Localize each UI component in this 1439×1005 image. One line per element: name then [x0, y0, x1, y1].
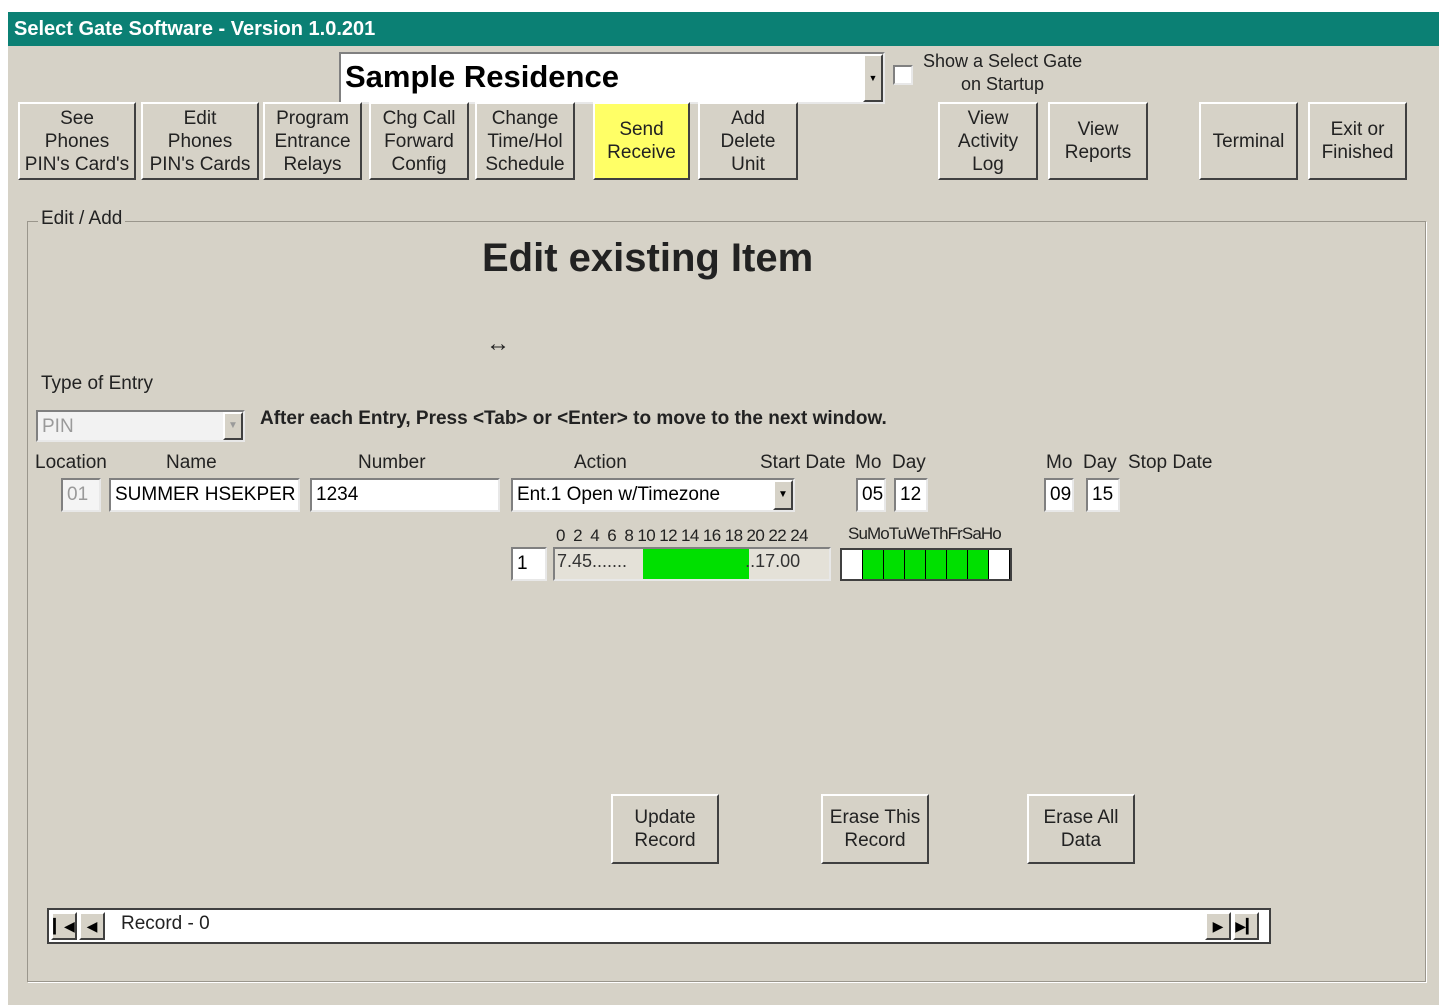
toolbar-button-9[interactable]: View Reports: [1048, 102, 1148, 180]
timezone-index-field[interactable]: 1: [511, 547, 547, 581]
weekday-cell-we[interactable]: [905, 550, 926, 579]
stop-month-field[interactable]: 09: [1044, 478, 1074, 512]
name-field[interactable]: SUMMER HSEKPER: [109, 478, 300, 512]
toolbar-button-3[interactable]: Program Entrance Relays: [263, 102, 362, 180]
start-date-column-label: Start Date: [760, 452, 846, 473]
timezone-start-time: 7.45.......: [557, 551, 628, 571]
toolbar-button-7[interactable]: Add Delete Unit: [698, 102, 798, 180]
show-on-startup-checkbox[interactable]: [893, 65, 913, 85]
timezone-end-time: ..17.00: [745, 551, 801, 571]
type-of-entry-select: PIN ▼: [36, 410, 245, 442]
groupbox-legend: Edit / Add: [38, 208, 126, 230]
name-column-label: Name: [166, 452, 217, 473]
timezone-bar[interactable]: 7.45....... ..17.00: [553, 547, 831, 581]
location-column-label: Location: [35, 452, 107, 473]
action-select-value: Ent.1 Open w/Timezone: [517, 484, 721, 505]
number-field[interactable]: 1234: [310, 478, 500, 512]
hours-scale-label: 0 2 4 6 8 10 12 14 16 18 20 22 24: [556, 526, 809, 545]
toolbar-button-4[interactable]: Chg Call Forward Config: [369, 102, 469, 180]
title-bar: Select Gate Software - Version 1.0.201: [8, 12, 1439, 46]
record-counter: Record - 0: [121, 913, 210, 934]
weekdays-label: SuMoTuWeThFrSaHo: [848, 524, 1002, 543]
location-field[interactable]: 01: [61, 478, 101, 512]
stop-day-column-label: Day: [1083, 452, 1117, 473]
previous-record-icon[interactable]: ◀: [79, 912, 105, 940]
last-record-icon[interactable]: ▶▎: [1233, 912, 1259, 940]
edit-add-groupbox: [27, 221, 1426, 982]
start-day-field[interactable]: 12: [894, 478, 928, 512]
toolbar-button-11[interactable]: Exit or Finished: [1308, 102, 1407, 180]
chevron-down-icon: ▼: [223, 412, 243, 440]
toolbar-button-5[interactable]: Change Time/Hol Schedule: [475, 102, 575, 180]
record-navigator: ▎◀ ◀ Record - 0 ▶ ▶▎: [47, 908, 1271, 944]
resize-handle-icon: ↔: [486, 330, 510, 357]
page-heading: Edit existing Item: [482, 236, 814, 280]
weekday-cell-su[interactable]: [842, 550, 863, 579]
toolbar-button-10[interactable]: Terminal: [1199, 102, 1298, 180]
stop-month-column-label: Mo: [1046, 452, 1073, 473]
chevron-down-icon[interactable]: ▼: [773, 480, 793, 510]
toolbar-button-1[interactable]: See Phones PIN's Card's: [18, 102, 136, 180]
app-window: Select Gate Software - Version 1.0.201 S…: [8, 12, 1439, 1005]
show-on-startup-label: Show a Select Gate on Startup: [923, 51, 1083, 94]
toolbar-button-8[interactable]: View Activity Log: [938, 102, 1038, 180]
number-column-label: Number: [358, 452, 426, 473]
weekday-cell-tu[interactable]: [884, 550, 905, 579]
type-of-entry-value: PIN: [42, 416, 74, 437]
weekday-cell-sa[interactable]: [968, 550, 989, 579]
toolbar-button-6[interactable]: Send Receive: [593, 102, 690, 180]
instruction-text: After each Entry, Press <Tab> or <Enter>…: [260, 408, 887, 429]
start-month-field[interactable]: 05: [856, 478, 886, 512]
type-of-entry-label: Type of Entry: [41, 373, 153, 394]
timezone-active-fill: [643, 549, 750, 579]
residence-select-value: Sample Residence: [345, 59, 619, 94]
residence-select[interactable]: Sample Residence ▼: [339, 52, 885, 104]
next-record-icon[interactable]: ▶: [1205, 912, 1231, 940]
erase-all-data-button[interactable]: Erase All Data: [1027, 794, 1135, 864]
toolbar-button-2[interactable]: Edit Phones PIN's Cards: [141, 102, 259, 180]
weekday-cell-mo[interactable]: [863, 550, 884, 579]
chevron-down-icon[interactable]: ▼: [863, 54, 883, 102]
stop-date-column-label: Stop Date: [1128, 452, 1213, 473]
erase-this-record-button[interactable]: Erase This Record: [821, 794, 929, 864]
first-record-icon[interactable]: ▎◀: [51, 912, 77, 940]
start-day-column-label: Day: [892, 452, 926, 473]
weekday-cell-fr[interactable]: [947, 550, 968, 579]
update-record-button[interactable]: Update Record: [611, 794, 719, 864]
stop-day-field[interactable]: 15: [1086, 478, 1120, 512]
action-column-label: Action: [574, 452, 627, 473]
weekday-cell-th[interactable]: [926, 550, 947, 579]
weekday-cell-ho[interactable]: [989, 550, 1010, 579]
action-select[interactable]: Ent.1 Open w/Timezone ▼: [511, 478, 795, 512]
weekday-strip: [840, 548, 1012, 581]
start-month-column-label: Mo: [855, 452, 882, 473]
